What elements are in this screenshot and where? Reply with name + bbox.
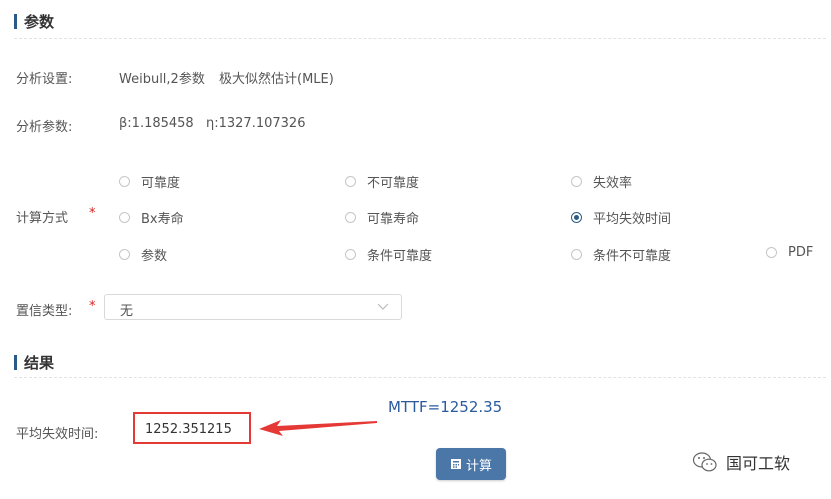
analysis-settings-label: 分析设置: <box>16 72 73 87</box>
radio-reliability[interactable]: 可靠度 <box>119 172 180 191</box>
radio-reliable-life[interactable]: 可靠寿命 <box>345 208 419 227</box>
result-value: 1252.351215 <box>145 422 232 437</box>
required-mark: * <box>89 206 96 221</box>
eta-value: η:1327.107326 <box>206 116 306 131</box>
section-divider <box>14 38 826 39</box>
calculator-icon <box>450 459 461 469</box>
radio-mean-time-to-failure[interactable]: 平均失效时间 <box>571 208 671 227</box>
section-divider <box>14 377 826 378</box>
radio-unreliability[interactable]: 不可靠度 <box>345 172 419 191</box>
chevron-down-icon <box>377 303 389 310</box>
results-section-title: 结果 <box>24 354 55 372</box>
params-section-title: 参数 <box>24 13 55 31</box>
radio-pdf[interactable]: PDF <box>766 245 813 260</box>
radio-circle-icon <box>345 212 356 223</box>
radio-circle-icon <box>119 249 130 260</box>
result-label: 平均失效时间: <box>16 427 99 442</box>
watermark-text: 国可工软 <box>726 454 791 473</box>
radio-circle-icon <box>119 176 130 187</box>
watermark: 国可工软 <box>692 450 790 474</box>
radio-circle-icon <box>766 247 777 258</box>
radio-circle-icon <box>119 212 130 223</box>
radio-parameters[interactable]: 参数 <box>119 245 167 264</box>
wechat-icon <box>692 452 717 472</box>
radio-selected-icon <box>571 212 582 223</box>
confidence-type-select[interactable]: 无 <box>104 294 402 320</box>
radio-conditional-reliability[interactable]: 条件可靠度 <box>345 245 432 264</box>
radio-circle-icon <box>345 249 356 260</box>
result-value-highlight: 1252.351215 <box>133 412 251 444</box>
beta-value: β:1.185458 <box>119 116 194 131</box>
radio-circle-icon <box>571 249 582 260</box>
annotation-arrow-icon <box>259 420 377 436</box>
calc-method-label: 计算方式 <box>16 211 69 226</box>
radio-failure-rate[interactable]: 失效率 <box>571 172 632 191</box>
confidence-type-label: 置信类型: <box>16 304 73 319</box>
calculate-button-label: 计算 <box>465 458 492 474</box>
radio-circle-icon <box>345 176 356 187</box>
calculate-button[interactable]: 计算 <box>436 448 506 480</box>
mttf-annotation: MTTF=1252.35 <box>388 398 503 416</box>
required-mark: * <box>89 299 96 314</box>
section-accent-bar <box>14 355 17 370</box>
section-accent-bar <box>14 14 17 29</box>
radio-conditional-unreliability[interactable]: 条件不可靠度 <box>571 245 671 264</box>
estimation-method-value: 极大似然估计(MLE) <box>219 72 334 87</box>
confidence-type-value: 无 <box>120 304 134 319</box>
analysis-params-label: 分析参数: <box>16 120 73 135</box>
radio-circle-icon <box>571 176 582 187</box>
distribution-value: Weibull,2参数 <box>119 72 205 87</box>
radio-bx-life[interactable]: Bx寿命 <box>119 208 184 227</box>
